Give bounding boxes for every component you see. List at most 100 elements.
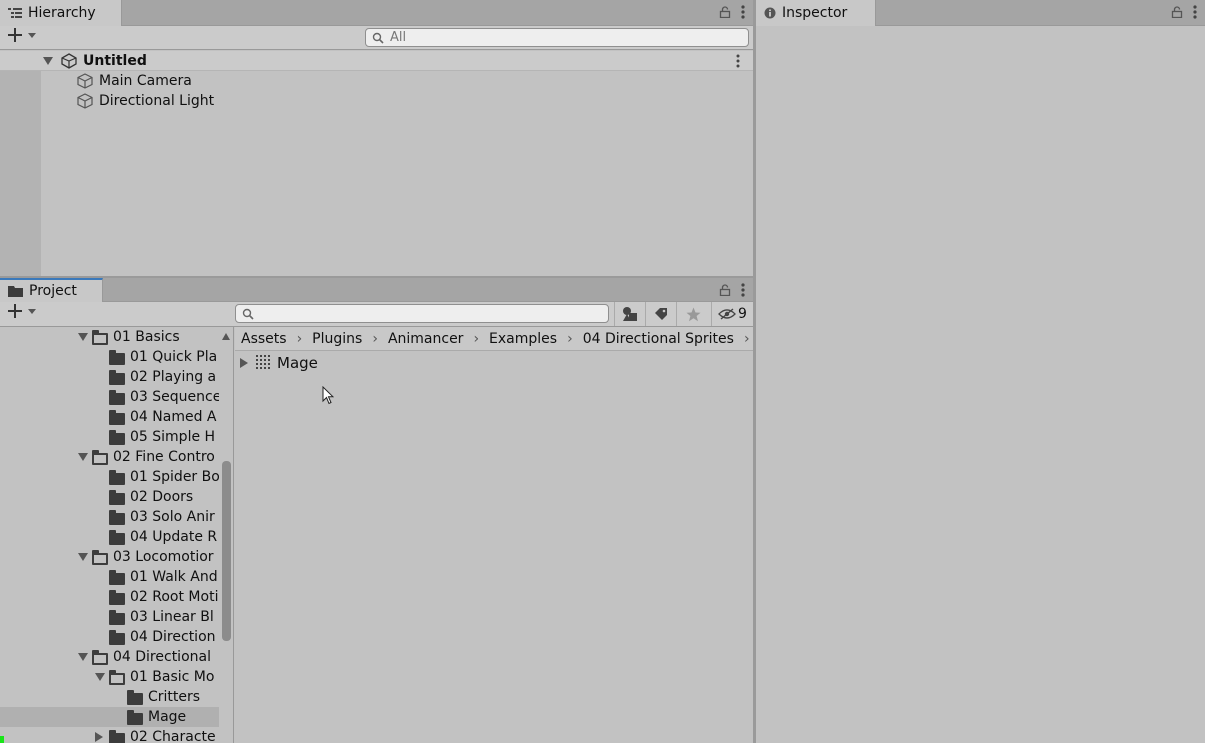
- folder-label: Mage: [148, 709, 187, 725]
- folder-tree-item[interactable]: Critters: [0, 687, 219, 707]
- scene-header-row[interactable]: Untitled: [0, 51, 753, 71]
- search-placeholder: All: [390, 30, 407, 45]
- inspector-panel: Inspector: [756, 0, 1205, 743]
- dropdown-arrow-icon: [28, 32, 36, 38]
- folder-tree-item[interactable]: 02 Playing a: [0, 367, 219, 387]
- mouse-cursor: [322, 386, 334, 405]
- folder-icon: [8, 285, 23, 297]
- folder-tree-item[interactable]: 04 Direction: [0, 627, 219, 647]
- tab-hierarchy[interactable]: Hierarchy: [0, 0, 122, 26]
- folder-tree-scrollbar[interactable]: [219, 327, 234, 743]
- expand-arrow-icon[interactable]: [78, 333, 88, 341]
- folder-label: 02 Playing a: [130, 369, 217, 385]
- kebab-menu-icon[interactable]: [741, 283, 745, 297]
- gameobject-cube-icon: [77, 93, 93, 109]
- kebab-menu-icon[interactable]: [736, 54, 740, 68]
- folder-icon: [109, 370, 125, 385]
- folder-tree-item[interactable]: 04 Named A: [0, 407, 219, 427]
- folder-icon: [109, 470, 125, 485]
- folder-label: 02 Fine Contro: [113, 449, 215, 465]
- folder-icon: [127, 710, 143, 725]
- project-search-input[interactable]: [235, 304, 609, 323]
- lock-icon[interactable]: [1171, 6, 1183, 18]
- expand-arrow-icon[interactable]: [78, 553, 88, 561]
- kebab-menu-icon[interactable]: [1193, 5, 1197, 19]
- folder-tree-item[interactable]: 01 Spider Bo: [0, 467, 219, 487]
- folder-tree-item[interactable]: 05 Simple H: [0, 427, 219, 447]
- folder-tree-item[interactable]: 01 Basics: [0, 327, 219, 347]
- folder-tree-item[interactable]: 04 Update R: [0, 527, 219, 547]
- search-icon: [242, 308, 254, 320]
- chevron-right-icon: ›: [567, 330, 573, 347]
- expand-arrow-icon[interactable]: [240, 358, 248, 368]
- scroll-up-arrow-icon[interactable]: [222, 333, 230, 340]
- breadcrumb-item[interactable]: Assets: [241, 331, 287, 347]
- folder-label: 02 Root Moti: [130, 589, 219, 605]
- folder-tree-item[interactable]: 01 Quick Pla: [0, 347, 219, 367]
- folder-tree-item[interactable]: 03 Sequence: [0, 387, 219, 407]
- collapsed-arrow-icon[interactable]: [95, 732, 103, 742]
- breadcrumb-item[interactable]: 04 Directional Sprites: [583, 331, 734, 347]
- star-icon: [686, 307, 701, 322]
- hierarchy-item-directional-light[interactable]: Directional Light: [0, 91, 753, 111]
- folder-tree-item[interactable]: 02 Doors: [0, 487, 219, 507]
- sprite-sheet-icon: [255, 354, 273, 372]
- folder-tree-item[interactable]: 02 Characte: [0, 727, 219, 743]
- open-folder-icon: [109, 670, 125, 685]
- chevron-right-icon: ›: [743, 330, 750, 347]
- create-dropdown-button[interactable]: [8, 304, 36, 318]
- kebab-menu-icon[interactable]: [741, 5, 745, 19]
- folder-tree-item[interactable]: 02 Fine Contro: [0, 447, 219, 467]
- folder-label: 03 Linear Bl: [130, 609, 214, 625]
- hidden-count: 9: [738, 306, 747, 322]
- folder-tree-item[interactable]: 03 Linear Bl: [0, 607, 219, 627]
- create-dropdown-button[interactable]: [8, 28, 36, 42]
- search-by-type-button[interactable]: [614, 302, 644, 326]
- breadcrumb-item[interactable]: Examples: [489, 331, 557, 347]
- tab-label: Project: [29, 283, 77, 299]
- search-by-label-button[interactable]: [645, 302, 675, 326]
- folder-label: Critters: [148, 689, 201, 705]
- hierarchy-item-main-camera[interactable]: Main Camera: [0, 71, 753, 91]
- favorites-button[interactable]: [676, 302, 710, 326]
- dropdown-arrow-icon: [28, 308, 36, 314]
- folder-tree-item[interactable]: 01 Walk And: [0, 567, 219, 587]
- tab-label: Hierarchy: [28, 5, 96, 21]
- folder-icon: [109, 430, 125, 445]
- expand-arrow-icon[interactable]: [43, 56, 53, 65]
- tab-project[interactable]: Project: [0, 278, 103, 302]
- tab-inspector[interactable]: Inspector: [756, 0, 876, 26]
- folder-tree-item[interactable]: Mage: [0, 707, 219, 727]
- expand-arrow-icon[interactable]: [78, 653, 88, 661]
- folder-label: 02 Characte: [130, 729, 216, 743]
- unity-scene-icon: [61, 52, 77, 69]
- folder-tree-item[interactable]: 04 Directional: [0, 647, 219, 667]
- folder-label: 04 Directional: [113, 649, 211, 665]
- folder-label: 01 Basic Mo: [130, 669, 215, 685]
- folder-tree-item[interactable]: 03 Locomotior: [0, 547, 219, 567]
- folder-tree-item[interactable]: 02 Root Moti: [0, 587, 219, 607]
- expand-arrow-icon[interactable]: [78, 453, 88, 461]
- search-icon: [372, 32, 384, 44]
- project-tab-strip: Project: [0, 278, 753, 302]
- scrollbar-thumb[interactable]: [222, 461, 231, 641]
- expand-arrow-icon[interactable]: [95, 673, 105, 681]
- tag-icon: [654, 307, 668, 321]
- tab-label: Inspector: [782, 5, 848, 21]
- folder-label: 01 Spider Bo: [130, 469, 219, 485]
- lock-icon[interactable]: [719, 284, 731, 296]
- folder-tree-item[interactable]: 03 Solo Anir: [0, 507, 219, 527]
- folder-icon: [109, 630, 125, 645]
- chevron-right-icon: ›: [372, 330, 378, 347]
- scene-name: Untitled: [83, 52, 147, 69]
- folder-tree-item[interactable]: 01 Basic Mo: [0, 667, 219, 687]
- project-panel: Project 9 01 Basics 01 Quick Pla 02 Play…: [0, 278, 753, 743]
- hierarchy-toolbar: All: [0, 26, 753, 50]
- asset-item-mage[interactable]: Mage: [235, 353, 753, 373]
- hidden-packages-toggle[interactable]: 9: [711, 302, 753, 326]
- hierarchy-search-input[interactable]: All: [365, 28, 749, 47]
- breadcrumb-item[interactable]: Animancer: [388, 331, 464, 347]
- folder-icon: [127, 690, 143, 705]
- lock-icon[interactable]: [719, 6, 731, 18]
- breadcrumb-item[interactable]: Plugins: [312, 331, 362, 347]
